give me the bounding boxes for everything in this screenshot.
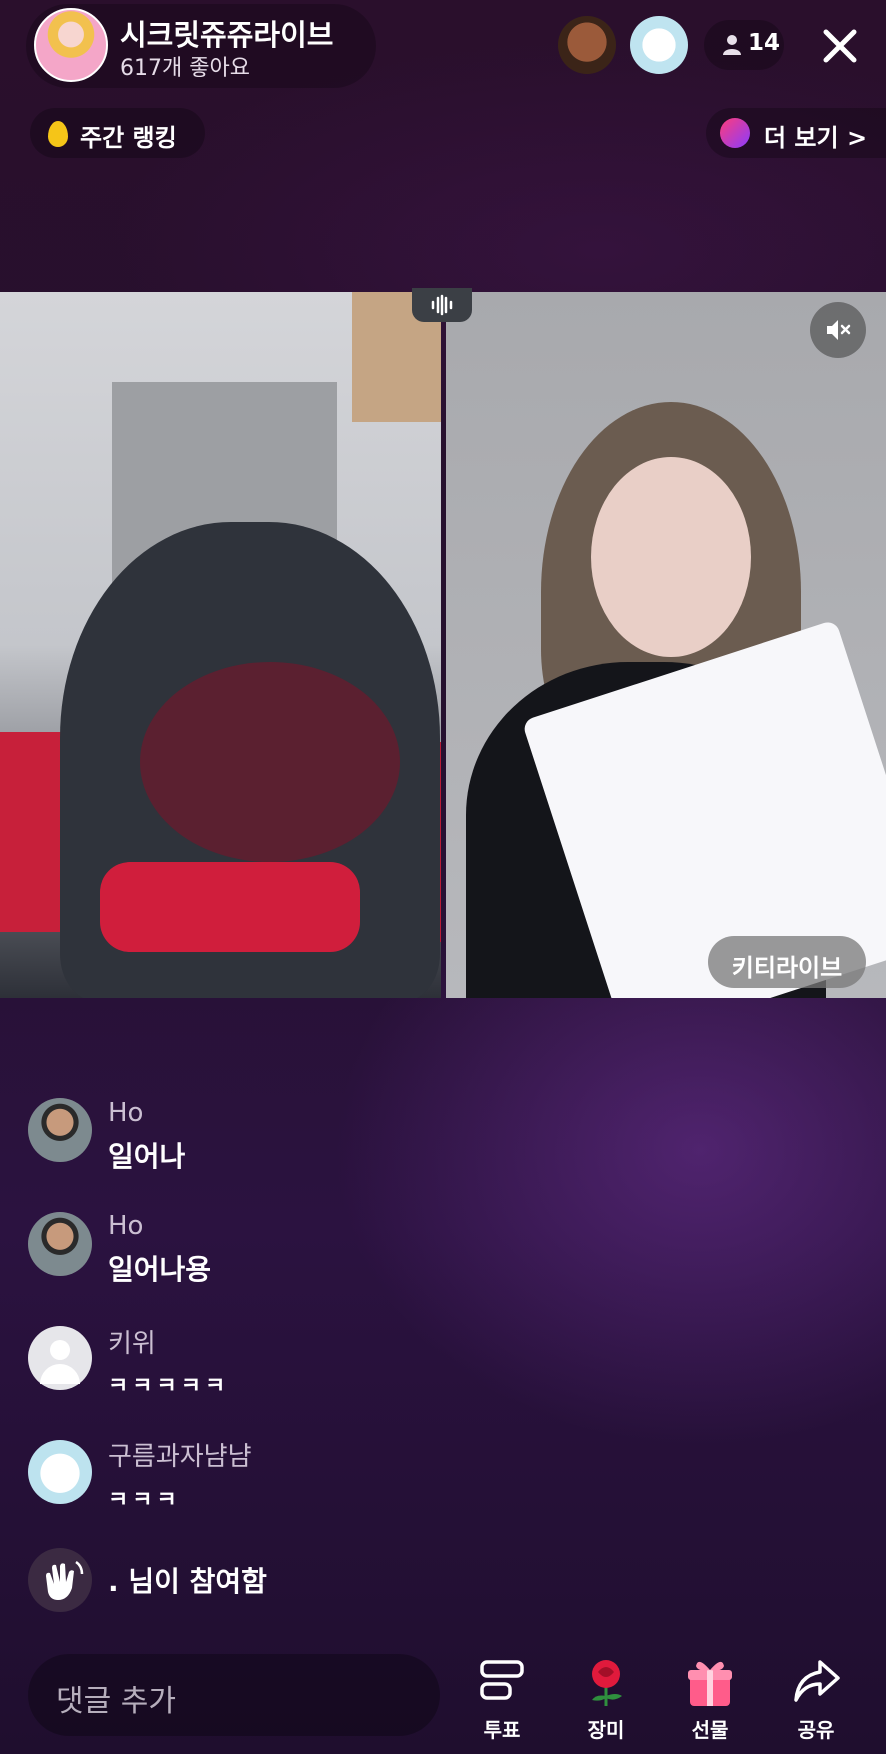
person-icon — [723, 35, 741, 55]
rose-icon — [592, 1660, 622, 1706]
guest-name-tag: 키티라이브 — [708, 936, 866, 988]
guest-name: 키티라이브 — [731, 954, 843, 982]
ranking-label: 주간 랭킹 — [80, 124, 177, 152]
chat-username[interactable]: Ho — [108, 1098, 143, 1128]
chat-username[interactable]: 구름과자냠냠 — [108, 1436, 252, 1473]
gift-button[interactable]: 선물 — [670, 1654, 750, 1750]
gift-label: 선물 — [691, 1718, 729, 1742]
top-viewer-avatar[interactable] — [630, 16, 688, 74]
share-label: 공유 — [797, 1718, 835, 1742]
rose-button[interactable]: 장미 — [566, 1654, 646, 1750]
video-hair — [140, 662, 400, 862]
video-right[interactable] — [446, 292, 886, 998]
chat-username[interactable]: Ho — [108, 1211, 143, 1241]
join-notice-icon — [28, 1548, 92, 1612]
chat-avatar[interactable] — [28, 1326, 92, 1390]
rose-label: 장미 — [587, 1718, 625, 1742]
share-icon — [794, 1660, 840, 1702]
host-name: 시크릿쥬쥬라이브 — [120, 18, 334, 52]
poll-button[interactable]: 투표 — [462, 1654, 542, 1750]
close-icon — [823, 29, 857, 63]
top-viewer-avatar[interactable] — [558, 16, 616, 74]
audio-indicator[interactable] — [412, 288, 472, 322]
chat-username[interactable]: 키위 — [108, 1323, 156, 1360]
live-stream-screen: { "header": { "host_name": "시크릿쥬쥬라이브", "… — [0, 0, 886, 1754]
viewer-count-badge[interactable]: 14 — [704, 20, 784, 70]
comment-input[interactable]: 댓글 추가 — [28, 1654, 440, 1736]
comment-placeholder: 댓글 추가 — [56, 1684, 176, 1719]
viewer-count: 14 — [748, 30, 781, 56]
chat-message: ㅋㅋㅋ — [108, 1488, 181, 1513]
chat-message: 일어나 — [108, 1140, 186, 1173]
flame-icon — [48, 121, 68, 147]
poll-icon — [480, 1660, 524, 1700]
chat-avatar[interactable] — [28, 1440, 92, 1504]
waving-hand-icon — [46, 1560, 84, 1600]
chat-message: ㅋㅋㅋㅋㅋ — [108, 1374, 230, 1399]
poll-label: 투표 — [483, 1718, 521, 1742]
host-avatar[interactable] — [34, 8, 108, 82]
chat-avatar[interactable] — [28, 1098, 92, 1162]
more-label: 더 보기 > — [764, 124, 868, 152]
video-left[interactable] — [0, 292, 441, 998]
weekly-ranking-button[interactable]: 주간 랭킹 — [30, 108, 205, 158]
close-button[interactable] — [814, 20, 866, 72]
share-button[interactable]: 공유 — [776, 1654, 856, 1750]
audio-wave-icon — [431, 294, 453, 316]
video-person-face — [591, 457, 751, 657]
mute-button[interactable] — [810, 302, 866, 358]
speaker-muted-icon — [827, 320, 851, 340]
gift-icon — [688, 1661, 732, 1706]
join-notice: . 님이 참여함 — [108, 1565, 267, 1598]
video-blanket — [100, 862, 360, 952]
chat-avatar[interactable] — [28, 1212, 92, 1276]
likes-count: 617개 좋아요 — [120, 56, 250, 81]
chat-message: 일어나용 — [108, 1253, 212, 1286]
more-button[interactable]: 더 보기 > — [706, 108, 886, 158]
planet-icon — [720, 118, 750, 148]
